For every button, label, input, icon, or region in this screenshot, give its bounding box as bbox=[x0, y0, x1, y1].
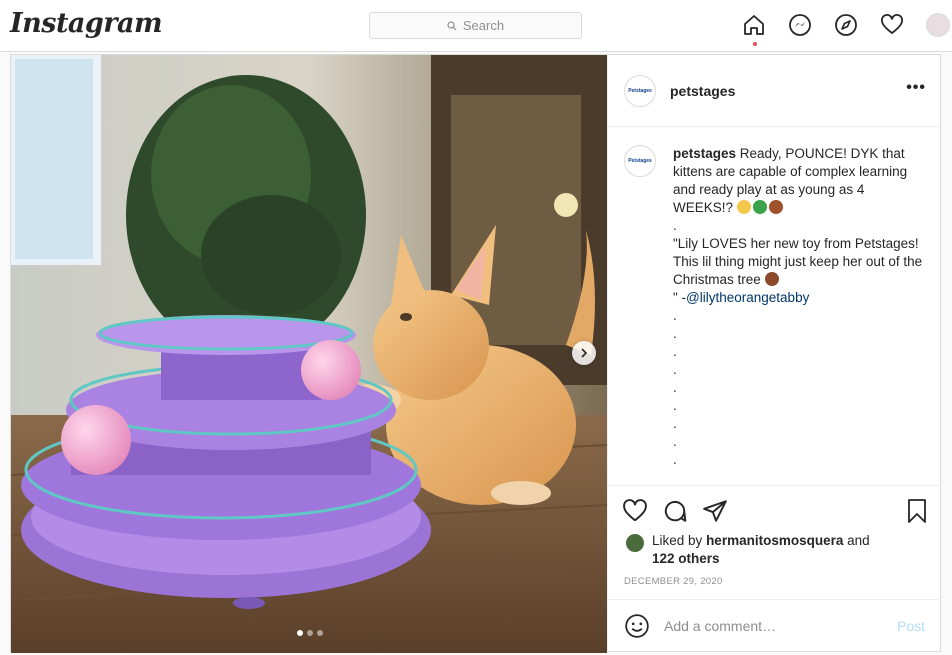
caption-dot: . bbox=[673, 434, 677, 449]
likes-others-link[interactable]: 122 others bbox=[652, 551, 720, 566]
search-placeholder: Search bbox=[462, 18, 505, 33]
caption-mention-link[interactable]: @lilytheorangetabby bbox=[686, 290, 809, 305]
caption-separator: . bbox=[673, 218, 677, 233]
top-nav: Instagram Search bbox=[0, 0, 952, 52]
carousel-dot-2 bbox=[307, 630, 313, 636]
caption-dot: . bbox=[673, 362, 677, 377]
avatar-logo-text: Petstages bbox=[628, 158, 652, 164]
caption-username[interactable]: petstages bbox=[673, 146, 736, 161]
balloon-emoji-icon bbox=[752, 200, 767, 214]
post-card: Petstages petstages ••• Petstages petsta… bbox=[10, 54, 941, 653]
activity-heart-icon[interactable] bbox=[880, 13, 904, 37]
carousel-next-button[interactable] bbox=[572, 341, 596, 365]
kitten-toy-photo bbox=[11, 55, 607, 653]
messenger-icon[interactable] bbox=[788, 13, 812, 37]
monkey-emoji-icon bbox=[764, 272, 779, 286]
avatar-logo-text: Petstages bbox=[628, 87, 652, 94]
instagram-logo[interactable]: Instagram bbox=[10, 8, 163, 39]
cat-emoji-icon bbox=[736, 200, 751, 214]
active-indicator bbox=[753, 42, 757, 46]
caption-avatar[interactable]: Petstages bbox=[624, 145, 656, 177]
caption: Petstages petstages Ready, POUNCE! DYK t… bbox=[624, 145, 924, 469]
liked-by-and: and bbox=[847, 533, 870, 548]
comment-box: Add a comment… Post bbox=[608, 599, 941, 652]
post-photo[interactable] bbox=[11, 55, 607, 653]
post-header: Petstages petstages bbox=[608, 55, 940, 127]
liked-by-label: Liked by bbox=[652, 533, 703, 548]
caption-dot: . bbox=[673, 344, 677, 359]
caption-dot: . bbox=[673, 308, 677, 323]
caption-quote-close: " - bbox=[673, 290, 687, 305]
caption-dot: . bbox=[673, 380, 677, 395]
explore-icon[interactable] bbox=[834, 13, 858, 37]
caption-dot: . bbox=[673, 452, 677, 467]
paw-emoji-icon bbox=[768, 200, 783, 214]
bookmark-icon[interactable] bbox=[905, 498, 929, 524]
like-heart-icon[interactable] bbox=[622, 498, 648, 524]
carousel-indicator bbox=[297, 630, 323, 636]
post-sidebar: Petstages petstages ••• Petstages petsta… bbox=[607, 55, 941, 651]
more-options-icon[interactable]: ••• bbox=[906, 79, 926, 97]
post-date[interactable]: DECEMBER 29, 2020 bbox=[624, 576, 723, 587]
carousel-dot-1 bbox=[297, 630, 303, 636]
home-icon[interactable] bbox=[742, 13, 766, 46]
liker-avatar[interactable] bbox=[626, 534, 644, 552]
share-paper-plane-icon[interactable] bbox=[702, 498, 728, 524]
liked-by-user-link[interactable]: hermanitosmosquera bbox=[706, 533, 843, 548]
likes-summary: Liked by hermanitosmosquera and 122 othe… bbox=[626, 532, 870, 568]
search-icon bbox=[447, 20, 457, 30]
author-username[interactable]: petstages bbox=[670, 83, 735, 99]
search-input[interactable]: Search bbox=[369, 12, 582, 39]
caption-dot: . bbox=[673, 398, 677, 413]
profile-avatar[interactable] bbox=[926, 13, 950, 37]
comment-input[interactable]: Add a comment… bbox=[664, 618, 776, 634]
chevron-right-icon bbox=[581, 348, 588, 358]
carousel-dot-3 bbox=[317, 630, 323, 636]
caption-dot: . bbox=[673, 326, 677, 341]
post-actions: Liked by hermanitosmosquera and 122 othe… bbox=[608, 485, 941, 651]
emoji-smile-icon[interactable] bbox=[624, 613, 650, 639]
comment-icon[interactable] bbox=[662, 498, 688, 524]
caption-dot: . bbox=[673, 416, 677, 431]
post-comment-button[interactable]: Post bbox=[897, 618, 925, 634]
caption-quote: "Lily LOVES her new toy from Petstages! … bbox=[673, 236, 923, 287]
author-avatar[interactable]: Petstages bbox=[624, 74, 656, 107]
